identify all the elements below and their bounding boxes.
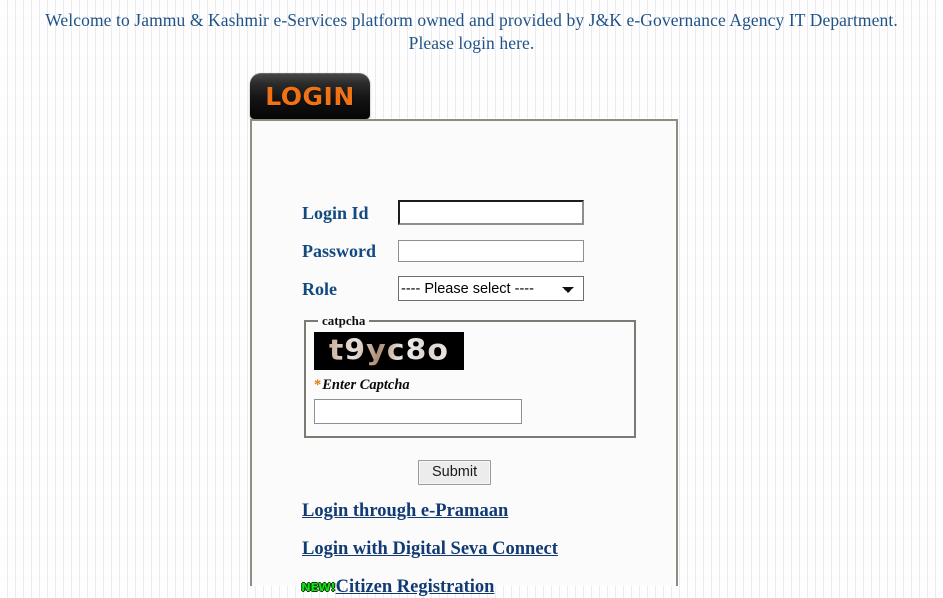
- submit-button[interactable]: Submit: [418, 460, 492, 485]
- field-row-password: Password: [302, 237, 662, 264]
- password-input[interactable]: [398, 239, 584, 262]
- login-id-label: Login Id: [302, 202, 369, 223]
- enter-captcha-label: *Enter Captcha: [314, 377, 626, 394]
- login-tab-container: LOGIN: [250, 73, 370, 121]
- login-panel: Login Id Password Role ---- Please selec…: [250, 119, 678, 597]
- login-id-input[interactable]: [398, 200, 584, 225]
- login-links: Login through e-Pramaan Login with Digit…: [301, 501, 662, 598]
- link-citizen-registration[interactable]: Citizen Registration: [336, 577, 495, 598]
- link-login-with-digital-seva-connect[interactable]: Login with Digital Seva Connect: [302, 539, 558, 560]
- link-row-digital-seva-connect: Login with Digital Seva Connect: [302, 539, 662, 560]
- new-badge-icon: NEW!: [301, 581, 336, 594]
- tab-login[interactable]: LOGIN: [250, 73, 370, 119]
- link-login-through-e-pramaan[interactable]: Login through e-Pramaan: [302, 501, 508, 522]
- role-select[interactable]: ---- Please select ----: [398, 276, 584, 301]
- welcome-banner: Welcome to Jammu & Kashmir e-Services pl…: [0, 0, 943, 55]
- tab-login-label: LOGIN: [265, 81, 355, 111]
- login-form: Login Id Password Role ---- Please selec…: [301, 199, 662, 598]
- role-label: Role: [302, 278, 337, 299]
- enter-captcha-text: Enter Captcha: [322, 377, 410, 393]
- link-row-citizen-registration: NEW! Citizen Registration: [301, 577, 662, 598]
- welcome-line-2: Please login here.: [408, 33, 535, 53]
- field-row-role: Role ---- Please select ----: [302, 275, 662, 302]
- submit-container: Submit: [302, 460, 662, 485]
- link-row-e-pramaan: Login through e-Pramaan: [302, 501, 662, 522]
- password-label: Password: [302, 240, 377, 261]
- captcha-fieldset: catpcha t9yc8o *Enter Captcha: [304, 313, 636, 438]
- captcha-image: t9yc8o: [314, 332, 464, 370]
- field-row-login-id: Login Id: [302, 199, 662, 226]
- welcome-line-1: Welcome to Jammu & Kashmir e-Services pl…: [45, 10, 898, 30]
- captcha-image-text: t9yc8o: [328, 333, 450, 368]
- captcha-input[interactable]: [314, 399, 522, 424]
- captcha-legend: catpcha: [322, 313, 366, 328]
- required-asterisk-icon: *: [314, 377, 322, 393]
